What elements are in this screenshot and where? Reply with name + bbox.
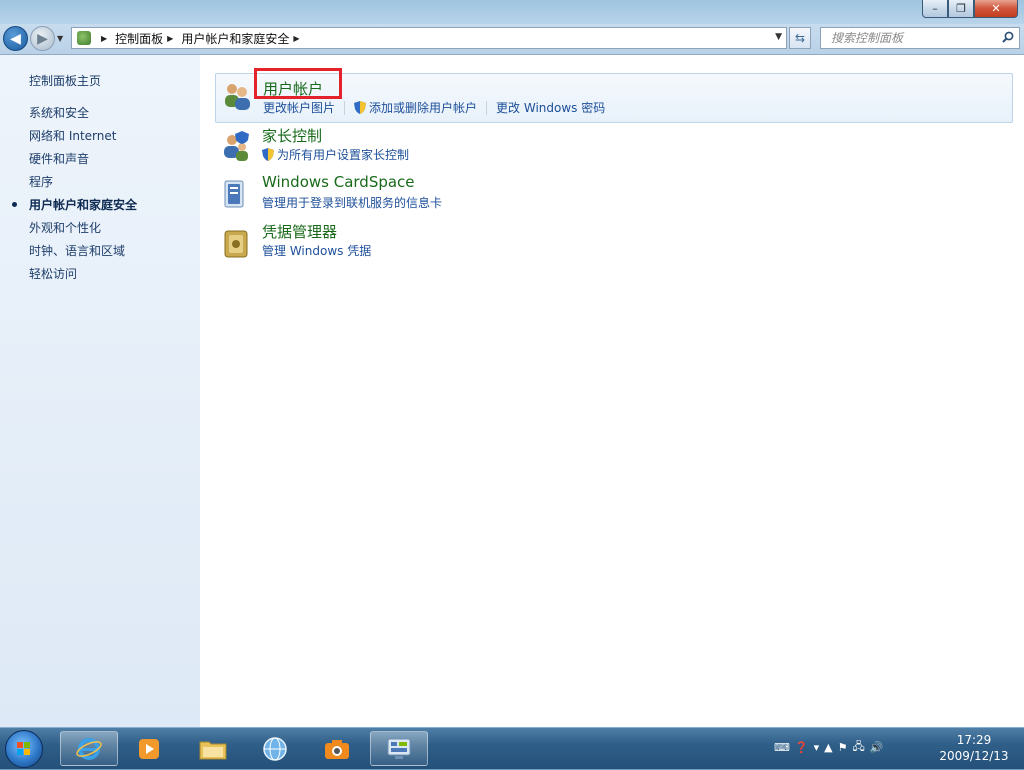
chevron-down-icon[interactable]: ▾ xyxy=(814,741,820,754)
parental-controls-icon xyxy=(224,131,249,161)
arrow-left-icon: ◀ xyxy=(10,30,21,47)
network-status-icon[interactable]: 🖧 xyxy=(852,738,864,757)
uac-shield-icon xyxy=(354,101,367,114)
category-links-user-accounts: 更改帐户图片 添加或删除用户帐户 更改 Windows 密码 xyxy=(263,99,605,116)
clock-date: 2009/12/13 xyxy=(939,749,1009,763)
control-panel-icon xyxy=(77,31,91,45)
action-center-flag-icon[interactable]: ⚑ xyxy=(838,741,848,754)
category-list: 系统和安全 网络和 Internet 硬件和声音 程序 用户帐户和家庭安全 外观… xyxy=(11,104,137,288)
category-title-cardspace[interactable]: Windows CardSpace xyxy=(262,173,415,191)
sidebar-item-system-security[interactable]: 系统和安全 xyxy=(29,104,137,127)
sidebar-item-network-internet[interactable]: 网络和 Internet xyxy=(29,127,137,150)
change-password-link[interactable]: 更改 Windows 密码 xyxy=(496,99,605,116)
category-user-accounts: 用户帐户 更改帐户图片 添加或删除用户帐户 更改 Windows 密码 xyxy=(215,68,1013,123)
main-content-pane: 用户帐户 更改帐户图片 添加或删除用户帐户 更改 Windows 密码 家长控制… xyxy=(200,55,1024,727)
taskbar-clock[interactable]: 17:29 2009/12/13 xyxy=(936,732,1012,764)
add-remove-accounts-link[interactable]: 添加或删除用户帐户 xyxy=(354,99,477,116)
arrow-right-icon: ▶ xyxy=(37,30,48,47)
address-bar[interactable]: ▶ 控制面板 ▶ 用户帐户和家庭安全 ▶ ▼ xyxy=(71,27,787,49)
forward-button[interactable]: ▶ xyxy=(30,26,55,51)
cardspace-icon xyxy=(224,180,244,208)
category-links-parental-controls: 为所有用户设置家长控制 xyxy=(262,146,409,163)
sidebar-item-ease-of-access[interactable]: 轻松访问 xyxy=(29,265,137,288)
taskbar-media-player[interactable] xyxy=(120,731,178,766)
taskbar: ⌨ ❓ ▾ ▲ ⚑ 🖧 🔊 17:29 2009/12/13 xyxy=(0,727,1024,769)
category-parental-controls: 家长控制 为所有用户设置家长控制 xyxy=(215,125,1013,169)
link-separator xyxy=(486,100,488,115)
sidebar-item-appearance[interactable]: 外观和个性化 xyxy=(29,219,137,242)
window-controls: – ❐ ✕ xyxy=(922,0,1018,18)
highlight-annotation-frame xyxy=(254,68,342,99)
folder-icon xyxy=(199,741,227,759)
breadcrumb-user-accounts-family[interactable]: 用户帐户和家庭安全 xyxy=(181,30,289,47)
setup-parental-controls-link[interactable]: 为所有用户设置家长控制 xyxy=(262,146,409,163)
search-input[interactable] xyxy=(829,30,993,46)
back-button[interactable]: ◀ xyxy=(3,26,28,51)
windows-logo-icon xyxy=(17,742,30,755)
category-credential-manager: 凭据管理器 管理 Windows 凭据 xyxy=(215,221,1013,265)
left-navigation-pane: 控制面板主页 系统和安全 网络和 Internet 硬件和声音 程序 用户帐户和… xyxy=(0,55,200,727)
navigation-bar: ◀ ▶ ▼ ▶ 控制面板 ▶ 用户帐户和家庭安全 ▶ ▼ ⇆ xyxy=(0,24,1024,55)
chevron-right-icon[interactable]: ▶ xyxy=(293,34,299,43)
taskbar-explorer[interactable] xyxy=(184,731,242,766)
minimize-button[interactable]: – xyxy=(922,0,948,18)
link-separator xyxy=(344,100,346,115)
search-icon[interactable] xyxy=(1002,31,1014,46)
breadcrumb-control-panel[interactable]: 控制面板 xyxy=(115,30,163,47)
volume-icon[interactable]: 🔊 xyxy=(870,741,884,754)
show-hidden-icons-icon[interactable]: ▲ xyxy=(824,741,832,754)
setup-parental-controls-label: 为所有用户设置家长控制 xyxy=(277,148,410,162)
help-icon[interactable]: ❓ xyxy=(795,741,809,754)
sidebar-item-programs[interactable]: 程序 xyxy=(29,173,137,196)
recent-pages-dropdown[interactable]: ▼ xyxy=(57,34,63,43)
category-links-cardspace: 管理用于登录到联机服务的信息卡 xyxy=(262,194,442,211)
uac-shield-icon xyxy=(262,148,274,161)
taskbar-camera[interactable] xyxy=(308,731,366,766)
taskbar-internet-explorer[interactable] xyxy=(60,731,118,766)
clock-time: 17:29 xyxy=(956,733,992,747)
system-tray: ⌨ ❓ ▾ ▲ ⚑ 🖧 🔊 xyxy=(774,738,883,757)
change-account-picture-link[interactable]: 更改帐户图片 xyxy=(263,99,335,116)
sidebar-item-hardware-sound[interactable]: 硬件和声音 xyxy=(29,150,137,173)
taskbar-control-panel[interactable] xyxy=(370,731,428,766)
sidebar-item-clock-language-region[interactable]: 时钟、语言和区域 xyxy=(29,242,137,265)
category-cardspace: Windows CardSpace 管理用于登录到联机服务的信息卡 xyxy=(215,173,1013,217)
manage-windows-credentials-link[interactable]: 管理 Windows 凭据 xyxy=(262,242,371,259)
keyboard-icon[interactable]: ⌨ xyxy=(774,741,790,754)
globe-icon xyxy=(263,736,287,761)
search-box[interactable] xyxy=(820,27,1020,49)
refresh-icon: ⇆ xyxy=(794,31,806,45)
category-title-credential-manager[interactable]: 凭据管理器 xyxy=(262,221,337,242)
manage-information-cards-link[interactable]: 管理用于登录到联机服务的信息卡 xyxy=(262,194,442,211)
camera-icon xyxy=(325,739,349,759)
window-titlebar: – ❐ ✕ xyxy=(0,0,1024,24)
chevron-right-icon[interactable]: ▶ xyxy=(167,34,173,43)
sidebar-item-user-accounts-family[interactable]: 用户帐户和家庭安全 xyxy=(11,196,137,219)
add-remove-accounts-label: 添加或删除用户帐户 xyxy=(369,101,478,115)
refresh-button[interactable]: ⇆ xyxy=(789,27,811,49)
category-title-parental-controls[interactable]: 家长控制 xyxy=(262,125,322,146)
control-panel-home-link[interactable]: 控制面板主页 xyxy=(29,72,101,89)
user-accounts-icon xyxy=(225,84,250,110)
close-button[interactable]: ✕ xyxy=(974,0,1018,18)
credential-manager-icon xyxy=(224,230,248,258)
control-panel-icon xyxy=(387,738,411,759)
maximize-button[interactable]: ❐ xyxy=(948,0,974,18)
chevron-right-icon[interactable]: ▶ xyxy=(101,34,107,43)
start-button[interactable] xyxy=(5,730,43,768)
internet-explorer-icon xyxy=(76,737,102,760)
media-player-icon xyxy=(139,738,159,759)
address-dropdown-icon[interactable]: ▼ xyxy=(775,32,782,42)
category-links-credential-manager: 管理 Windows 凭据 xyxy=(262,242,371,259)
taskbar-network[interactable] xyxy=(246,731,304,766)
